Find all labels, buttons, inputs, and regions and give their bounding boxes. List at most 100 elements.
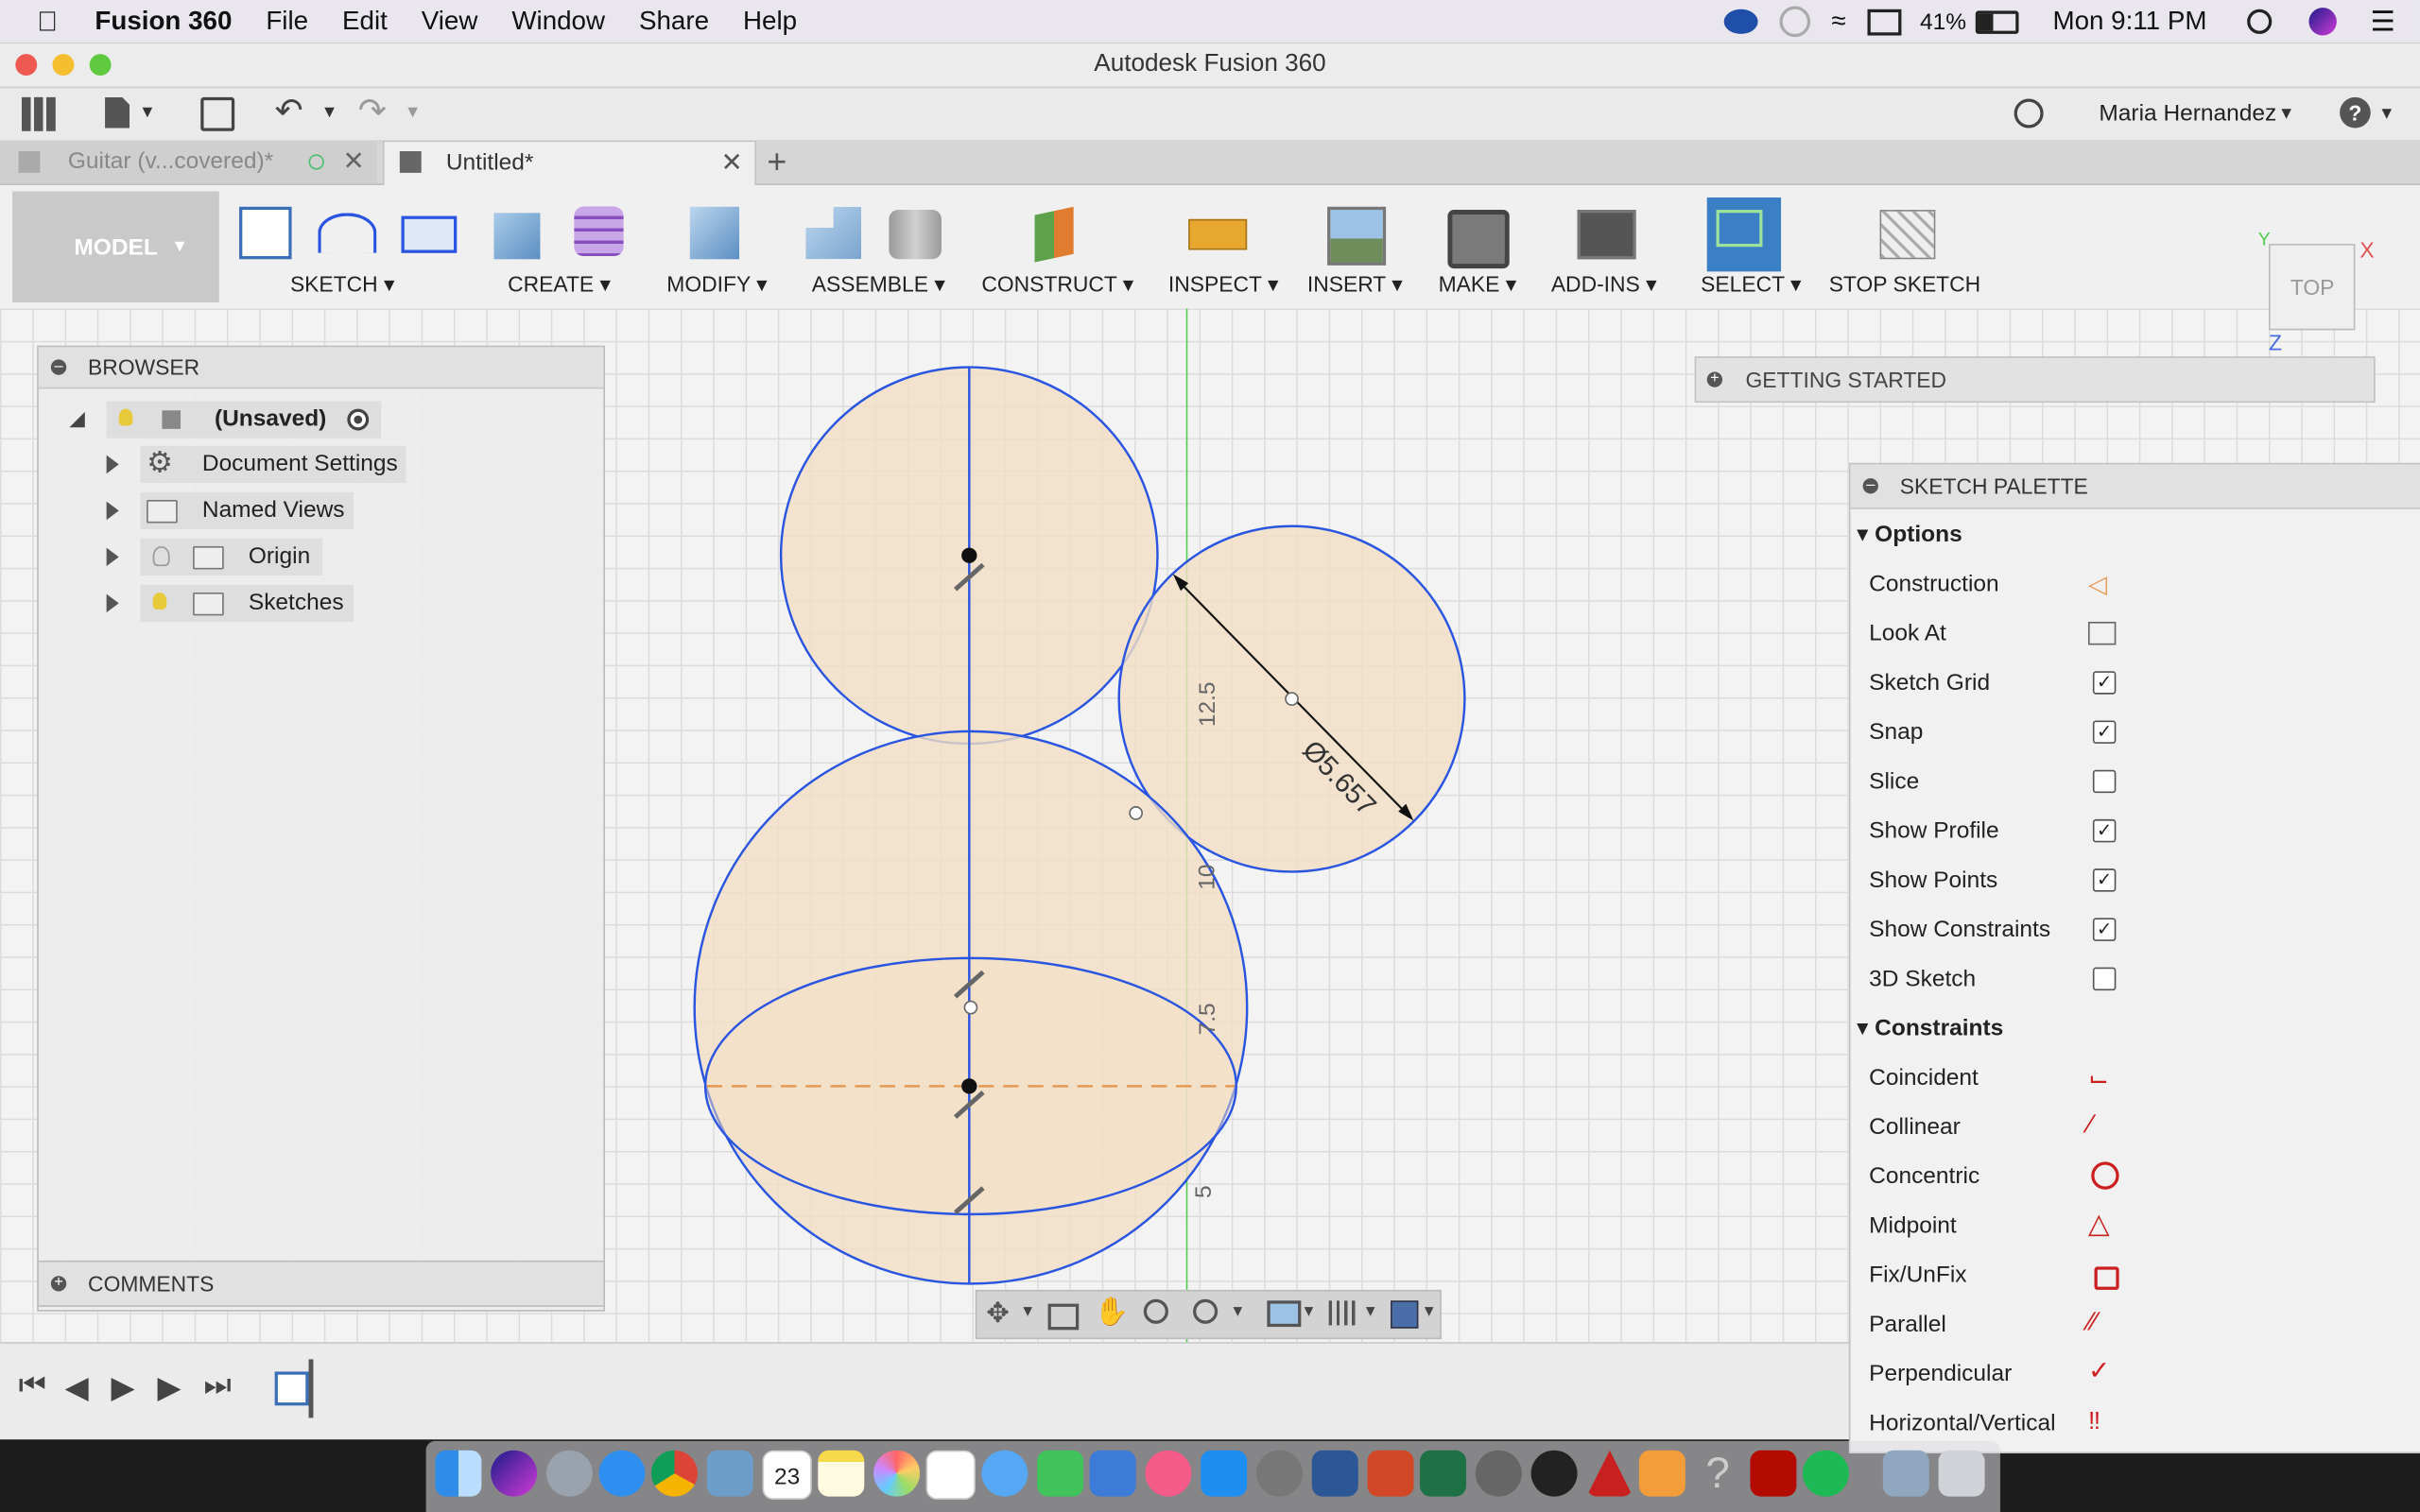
expand-arrow-icon[interactable] — [106, 547, 119, 567]
press-pull-icon[interactable] — [689, 206, 740, 260]
menu-edit[interactable]: Edit — [342, 7, 388, 38]
calendar-icon[interactable]: 23 — [762, 1450, 812, 1500]
expand-arrow-icon[interactable] — [106, 501, 119, 521]
minimize-window-button[interactable] — [52, 54, 75, 76]
step-back-icon[interactable]: ◀ — [65, 1368, 89, 1407]
horizontal-vertical-icon[interactable]: ‼ — [2088, 1409, 2122, 1440]
app-store-icon[interactable] — [1201, 1450, 1248, 1497]
save-icon[interactable] — [200, 96, 235, 131]
options-section[interactable]: ▾ Options — [1857, 520, 1962, 548]
show-constraints-checkbox[interactable]: ✓ — [2092, 918, 2117, 941]
trash-icon[interactable] — [1938, 1450, 1985, 1497]
finder-icon[interactable] — [435, 1450, 482, 1497]
powerpoint-icon[interactable] — [1367, 1450, 1414, 1497]
launchpad-icon[interactable] — [545, 1450, 593, 1497]
browser-header[interactable]: – BROWSER — [38, 347, 604, 389]
stop-sketch-button[interactable]: STOP SKETCH — [1829, 271, 1980, 296]
creative-cloud-icon[interactable] — [1723, 9, 1758, 34]
insert-image-icon[interactable] — [1327, 206, 1387, 266]
photos-icon[interactable] — [873, 1450, 921, 1497]
collapse-icon[interactable]: – — [50, 359, 67, 375]
keynote-icon[interactable] — [1089, 1450, 1136, 1497]
close-window-button[interactable] — [15, 54, 38, 76]
wifi-icon[interactable]: ≈ — [1831, 7, 1845, 38]
viewports-chevron-icon[interactable]: ▼ — [1422, 1304, 1437, 1321]
expand-icon[interactable]: + — [1706, 371, 1723, 387]
browser-item-origin[interactable]: Origin — [140, 538, 323, 576]
airplay-icon[interactable] — [1867, 8, 1902, 35]
browser-item-named-views[interactable]: Named Views — [140, 491, 354, 529]
facetime-icon[interactable] — [1037, 1450, 1084, 1497]
collinear-icon[interactable]: ∕ — [2088, 1109, 2122, 1141]
orbit-chevron-icon[interactable]: ▼ — [1020, 1304, 1035, 1321]
extrude-icon[interactable] — [493, 213, 541, 260]
browser-item-sketches[interactable]: Sketches — [140, 584, 354, 622]
ribbon-group-create[interactable]: CREATE ▾ — [508, 271, 611, 298]
menu-app-name[interactable]: Fusion 360 — [95, 7, 232, 38]
acrobat-icon[interactable] — [1750, 1450, 1797, 1497]
menu-file[interactable]: File — [266, 7, 308, 38]
viewports-icon[interactable] — [1391, 1300, 1419, 1329]
collapse-icon[interactable]: – — [1862, 477, 1878, 494]
grid-chevron-icon[interactable]: ▼ — [1363, 1304, 1378, 1321]
ribbon-group-modify[interactable]: MODIFY ▾ — [666, 271, 767, 298]
3d-sketch-checkbox[interactable] — [2092, 967, 2117, 991]
grid-settings-icon[interactable] — [1328, 1300, 1357, 1326]
ribbon-group-select[interactable]: SELECT ▾ — [1701, 271, 1801, 298]
3d-print-icon[interactable] — [1447, 210, 1510, 269]
sketch-palette-header[interactable]: – SKETCH PALETTE — [1850, 464, 2420, 509]
pan-hand-icon[interactable]: ✋ — [1095, 1296, 1130, 1328]
ribbon-group-inspect[interactable]: INSPECT ▾ — [1168, 271, 1279, 298]
zoom-window-button[interactable] — [89, 54, 112, 76]
play-icon[interactable]: ▶ — [112, 1368, 135, 1407]
notes-icon[interactable] — [818, 1450, 865, 1497]
lightbulb-icon[interactable] — [118, 408, 133, 426]
battery-icon[interactable] — [1975, 9, 2019, 34]
look-at-icon[interactable] — [2087, 621, 2117, 645]
ribbon-group-assemble[interactable]: ASSEMBLE ▾ — [812, 271, 945, 298]
rectangle-icon[interactable] — [401, 215, 458, 253]
notification-center-icon[interactable]: ☰ — [2371, 6, 2395, 38]
word-icon[interactable] — [1311, 1450, 1358, 1497]
tab-guitar-close-icon[interactable]: ✕ — [342, 141, 364, 184]
lightbulb-icon[interactable] — [152, 545, 170, 567]
perpendicular-icon[interactable]: ✓ — [2088, 1356, 2122, 1387]
ribbon-group-add-ins[interactable]: ADD-INS ▾ — [1551, 271, 1657, 298]
chrome-icon[interactable] — [650, 1450, 698, 1497]
sync-icon[interactable] — [1778, 6, 1810, 38]
autocad-icon[interactable] — [1586, 1450, 1634, 1497]
browser-item-document-settings[interactable]: ⚙ Document Settings — [140, 445, 406, 484]
comments-panel[interactable]: + COMMENTS — [37, 1260, 605, 1307]
ribbon-group-insert[interactable]: INSERT ▾ — [1307, 271, 1403, 298]
help-dock-icon[interactable]: ? — [1695, 1450, 1741, 1497]
messages-icon[interactable] — [981, 1450, 1028, 1497]
menu-help[interactable]: Help — [743, 7, 797, 38]
midpoint-icon[interactable]: △ — [2088, 1208, 2122, 1239]
apple-icon[interactable]:  — [37, 6, 58, 38]
go-to-end-icon[interactable]: ⏭ — [204, 1368, 232, 1404]
construction-icon[interactable]: ◁ — [2088, 569, 2122, 600]
scripts-addins-icon[interactable] — [1577, 210, 1636, 260]
getting-started-panel[interactable]: + GETTING STARTED — [1694, 356, 2376, 404]
tab-untitled[interactable]: Untitled* ✕ — [382, 140, 756, 185]
select-window-icon[interactable] — [1716, 210, 1763, 248]
stop-sketch-icon[interactable] — [1879, 210, 1936, 260]
display-chevron-icon[interactable]: ▼ — [1301, 1304, 1316, 1321]
lock-icon[interactable] — [2094, 1266, 2119, 1290]
zoom-icon[interactable] — [1143, 1298, 1168, 1324]
clock[interactable]: Mon 9:11 PM — [2052, 7, 2206, 38]
root-expand-icon[interactable] — [69, 411, 85, 428]
job-status-clock-icon[interactable] — [2014, 98, 2044, 129]
create-sketch-icon[interactable] — [239, 206, 292, 260]
workspace-switcher[interactable]: MODEL ▼ — [12, 191, 219, 302]
system-preferences-icon[interactable] — [1255, 1450, 1303, 1497]
redo-chevron-icon[interactable]: ▼ — [405, 103, 422, 122]
lightbulb-icon[interactable] — [152, 592, 167, 610]
create-form-icon[interactable] — [574, 206, 624, 257]
help-chevron-icon[interactable]: ▼ — [2378, 105, 2395, 124]
expand-arrow-icon[interactable] — [106, 593, 119, 613]
spline-icon[interactable] — [318, 213, 377, 253]
preview-icon[interactable] — [706, 1450, 753, 1497]
siri-icon[interactable] — [2308, 8, 2337, 36]
excel-icon[interactable] — [1420, 1450, 1467, 1497]
